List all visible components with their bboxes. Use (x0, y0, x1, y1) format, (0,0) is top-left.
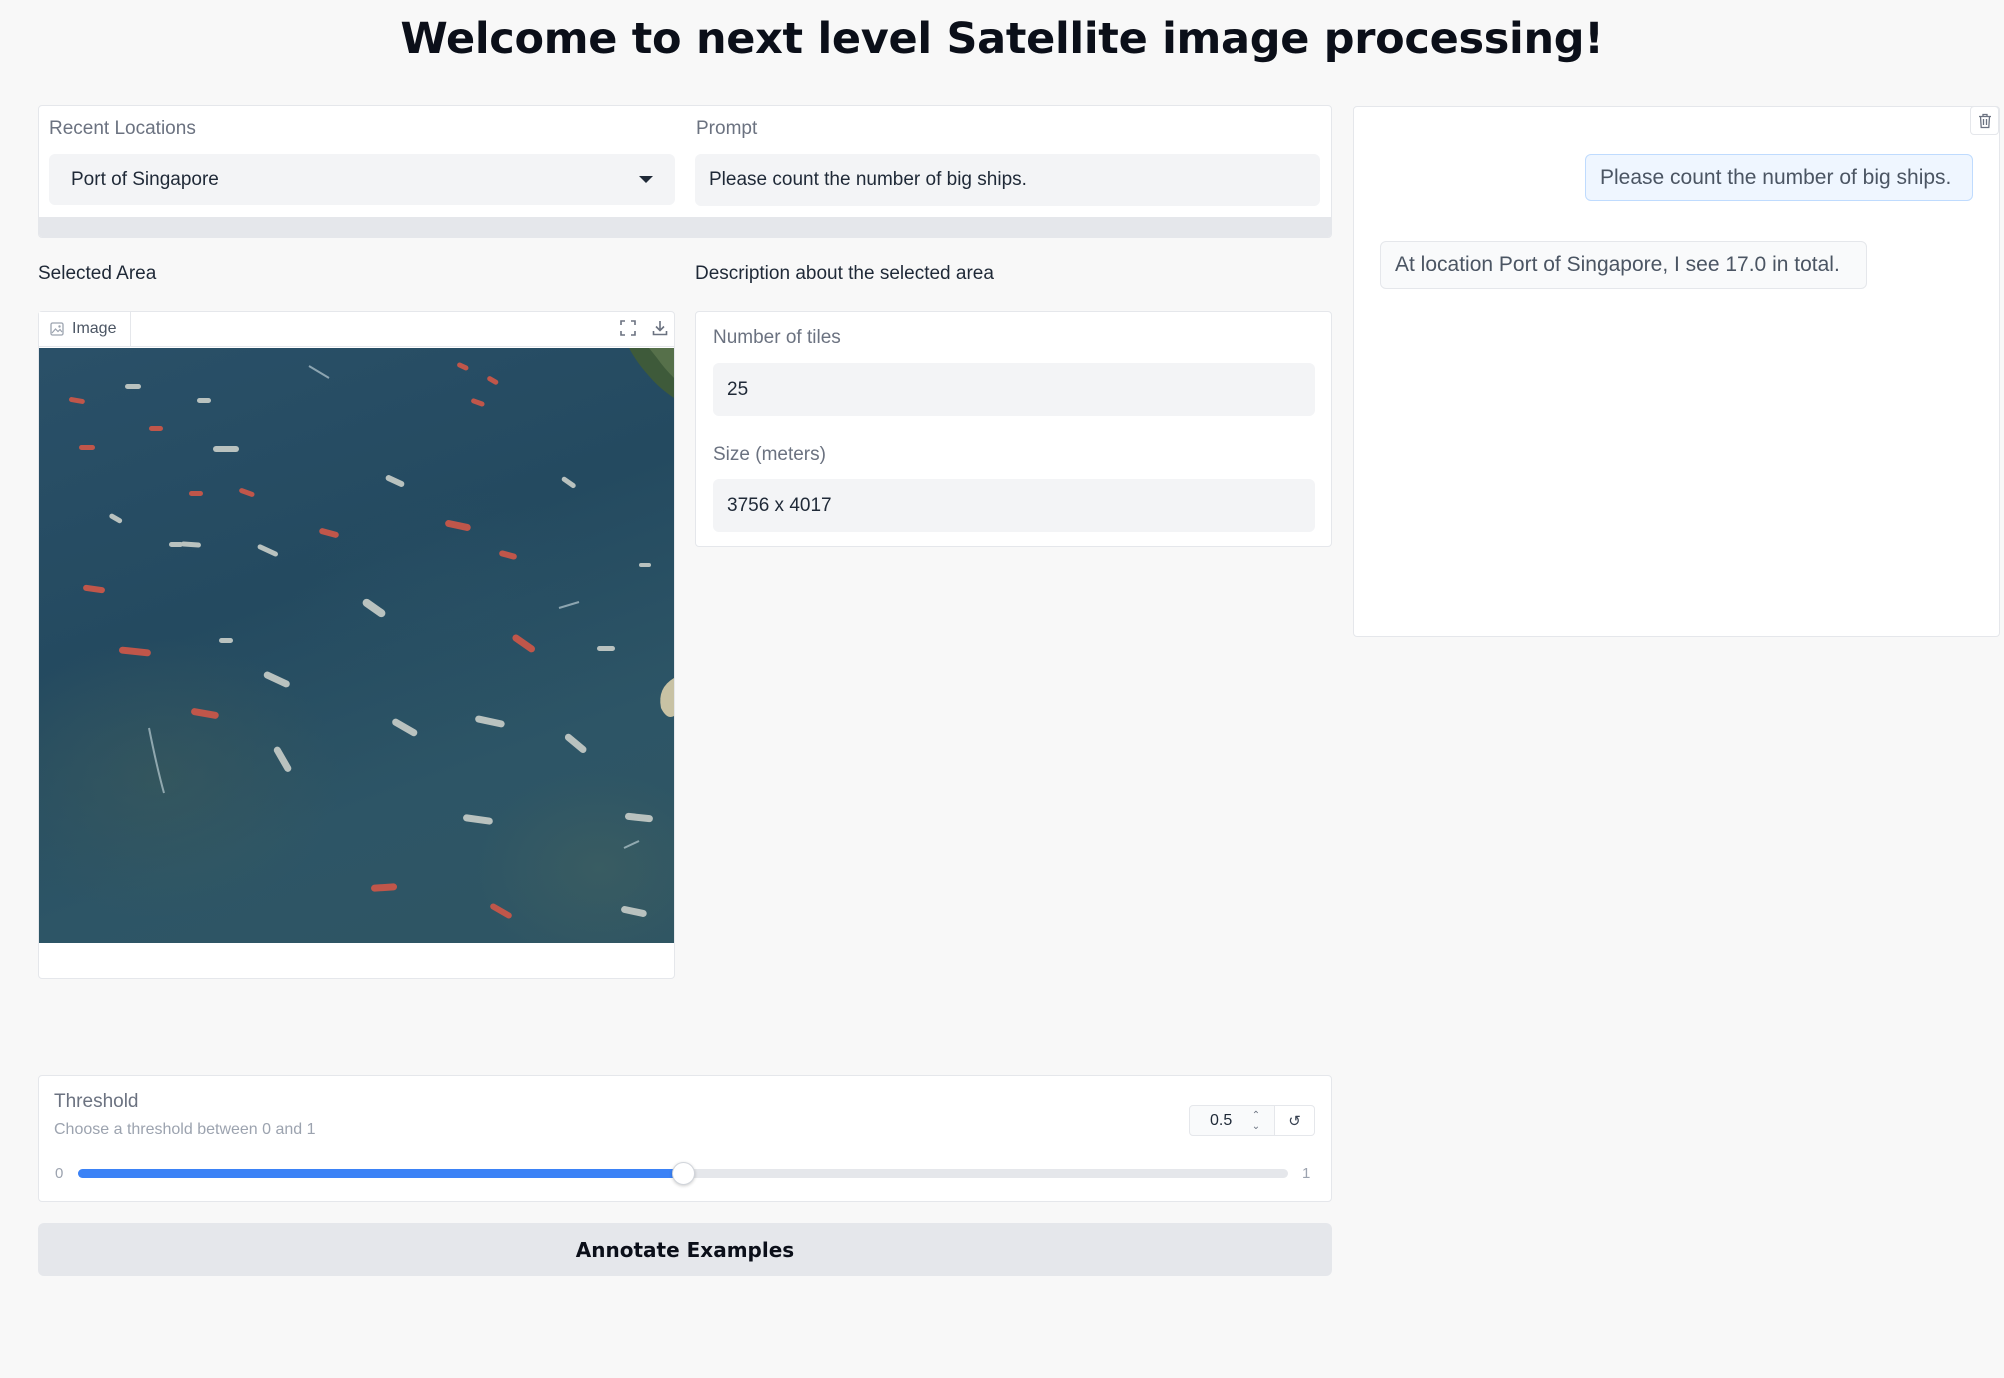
annotate-examples-button[interactable]: Annotate Examples (38, 1223, 1332, 1276)
recent-locations-dropdown[interactable]: Port of Singapore (49, 154, 675, 205)
dropdown-selected-value: Port of Singapore (71, 168, 219, 190)
reset-icon: ↺ (1288, 1112, 1301, 1130)
recent-locations-label: Recent Locations (49, 118, 196, 139)
threshold-spinner[interactable]: ⌃ ⌄ (1245, 1108, 1267, 1134)
download-icon (652, 321, 668, 336)
selected-area-label: Selected Area (38, 263, 157, 284)
chevron-up-icon: ⌃ (1251, 1110, 1261, 1121)
download-button[interactable] (645, 313, 675, 343)
tiles-value-field: 25 (713, 363, 1315, 416)
page-title: Welcome to next level Satellite image pr… (400, 14, 1604, 64)
image-icon (50, 322, 64, 336)
prompt-input[interactable]: Please count the number of big ships. (695, 154, 1320, 206)
user-message-bubble: Please count the number of big ships. (1585, 154, 1973, 201)
threshold-reset-button[interactable]: ↺ (1275, 1105, 1315, 1136)
satellite-image (39, 348, 674, 943)
fullscreen-icon (620, 320, 636, 336)
tiles-label: Number of tiles (713, 327, 841, 348)
description-label: Description about the selected area (695, 263, 994, 284)
size-value-field: 3756 x 4017 (713, 479, 1315, 532)
chevron-down-icon: ⌄ (1251, 1121, 1261, 1132)
threshold-slider-fill (78, 1169, 683, 1178)
prompt-label: Prompt (696, 118, 758, 139)
fullscreen-button[interactable] (613, 313, 643, 343)
threshold-slider-thumb[interactable] (672, 1162, 695, 1185)
slider-max-label: 1 (1302, 1165, 1311, 1182)
bot-message-bubble: At location Port of Singapore, I see 17.… (1380, 241, 1867, 289)
threshold-info: Choose a threshold between 0 and 1 (54, 1121, 316, 1138)
panel-footer-bar (39, 217, 1331, 237)
caret-down-icon (639, 176, 653, 183)
trash-icon (1978, 113, 1991, 128)
slider-min-label: 0 (55, 1165, 64, 1182)
image-header-divider (131, 346, 674, 347)
image-tab-label: Image (72, 320, 117, 337)
size-label: Size (meters) (713, 444, 826, 465)
image-tab: Image (39, 312, 131, 347)
ships-overlay (68, 348, 674, 919)
threshold-label: Threshold (54, 1091, 139, 1112)
clear-chat-button[interactable] (1970, 106, 1999, 135)
